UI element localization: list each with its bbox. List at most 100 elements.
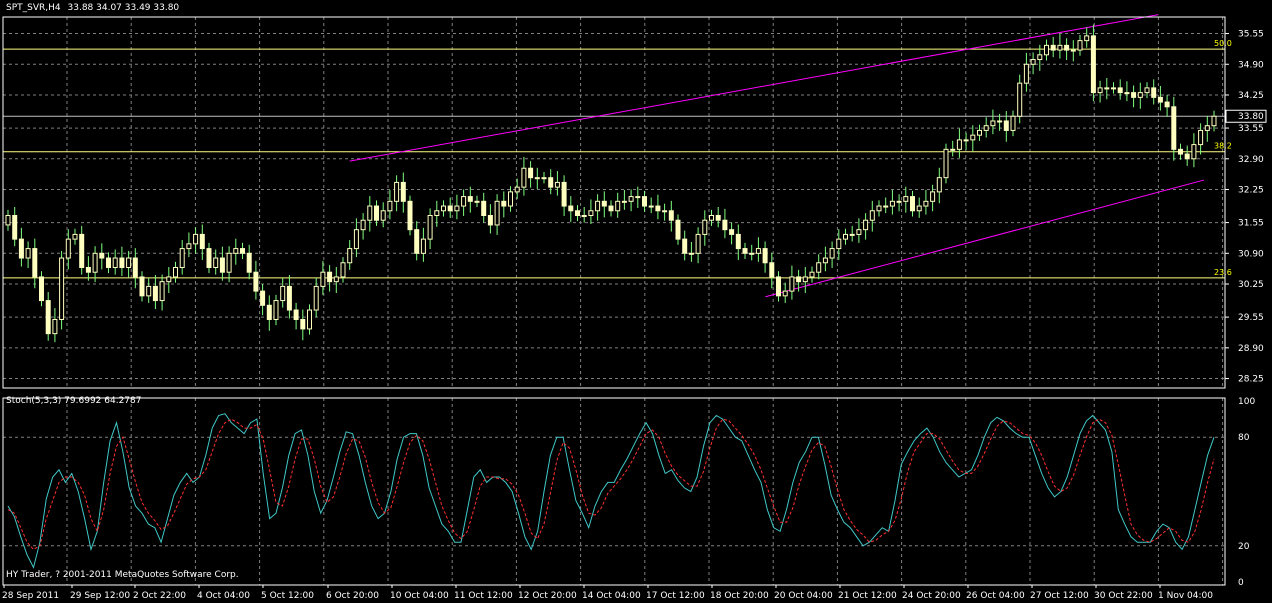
time-axis: 28 Sep 2011 29 Sep 12:00 2 Oct 22:00 4 Oct … [2,585,1213,601]
stochastic-signal-line [7,418,1215,551]
bear-candle [1184,153,1190,160]
bull-candle [595,200,601,212]
bear-candle [1171,106,1177,150]
bull-candle [394,181,400,202]
bull-candle [1070,49,1076,52]
bull-candle [494,200,500,226]
price-tick-label: 28.25 [1238,375,1264,385]
bull-candle [809,271,815,278]
bull-candle [213,257,219,268]
bear-candle [300,318,306,330]
bull-candle [1017,82,1023,117]
time-tick-label: 4 Oct 04:00 [197,591,250,601]
time-tick-label: 14 Oct 04:00 [582,591,641,601]
bull-candle [146,285,152,297]
time-tick-label: 18 Oct 20:00 [710,591,769,601]
bull-candle [702,219,708,235]
bear-candle [132,257,138,278]
bull-candle [1191,144,1197,160]
bull-candle [836,238,842,250]
bull-candle [889,200,895,207]
bear-candle [12,214,18,240]
bull-candle [635,196,641,199]
bull-candle [923,200,929,207]
bull-candle [226,252,232,273]
time-tick-label: 6 Oct 20:00 [326,591,379,601]
bull-candle [307,309,312,330]
bear-candle [286,285,292,311]
bull-candle [1030,59,1036,65]
bear-candle [528,167,534,179]
bull-candle [1111,87,1116,90]
bear-candle [568,205,574,212]
price-panel-frame [2,16,1226,389]
bull-candle [320,271,326,287]
price-axis: 35.55 34.90 34.25 33.55 32.90 32.25 31.55 30.90… [1225,30,1267,385]
bull-candle [367,205,373,221]
bull-candle [1037,54,1043,61]
fibonacci-label: 38.2 [1214,142,1232,151]
candlestick-series [5,24,1217,343]
bull-candle [1137,92,1143,98]
bull-candle [695,233,701,254]
bear-candle [85,266,91,273]
bull-candle [186,243,192,250]
bull-candle [273,300,279,320]
bull-candle [59,257,65,320]
bull-candle [387,200,393,212]
bull-candle [1077,40,1083,51]
stochastic-tick-label: 20 [1238,542,1250,552]
bear-candle [575,210,580,216]
bull-candle [662,210,668,213]
bear-candle [1131,92,1137,98]
bull-candle [1010,115,1016,131]
bull-candle [1084,35,1090,42]
price-tick-label: 33.55 [1238,124,1264,134]
chart-header: SPT_SVR,H4 33.88 34.07 33.49 33.80 [6,3,179,13]
bull-candle [916,205,922,212]
price-tick-label: 32.90 [1238,155,1264,165]
bull-candle [896,200,902,203]
bull-candle [1104,87,1110,90]
bull-candle [65,238,71,259]
time-tick-label: 2 Oct 22:00 [133,591,186,601]
bull-candle [1023,63,1029,84]
bear-candle [501,200,507,207]
bull-candle [347,248,353,264]
bear-candle [735,233,741,250]
bull-candle [628,196,634,202]
bear-candle [447,205,453,212]
bear-candle [642,196,647,207]
bull-candle [822,257,828,264]
bear-candle [776,276,781,297]
symbol-label: SPT_SVR,H4 [6,3,61,13]
stochastic-label: Stoch(5,3,3) 79.6992 64.2787 [6,396,142,406]
bull-candle [427,214,433,240]
bull-candle [621,200,627,203]
bull-candle [173,266,178,278]
bull-candle [454,205,460,212]
bull-candle [883,205,889,208]
bull-candle [688,252,694,255]
stochastic-panel-frame [2,397,1226,586]
bear-candle [1178,148,1183,155]
bull-candle [903,196,909,202]
bull-candle [541,177,547,180]
bear-candle [675,219,681,240]
bear-candle [79,233,85,268]
price-chart[interactable]: 50.0 38.2 23.6 35.55 34.90 34.25 33.55 32.90 32… [0,0,1272,603]
bull-candle [521,167,527,188]
bull-candle [581,214,587,217]
bull-candle [353,229,359,250]
time-tick-label: 5 Oct 12:00 [261,591,314,601]
bull-candle [25,248,31,259]
bear-candle [39,276,44,302]
time-tick-label: 20 Oct 04:00 [774,591,833,601]
bear-candle [206,248,212,268]
bull-candle [782,290,788,297]
bear-candle [1064,44,1070,51]
bear-candle [769,262,775,278]
bear-candle [139,276,145,297]
bull-candle [233,248,239,254]
time-tick-label: 17 Oct 12:00 [646,591,705,601]
